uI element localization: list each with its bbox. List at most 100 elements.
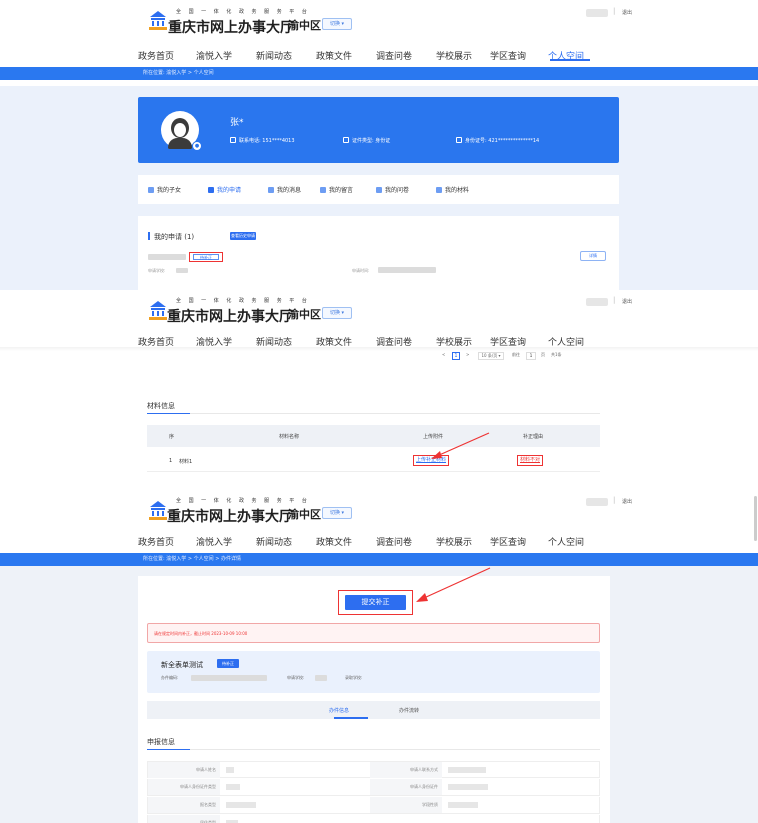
admitted-school-label: 录取学校: bbox=[345, 675, 363, 680]
field-label: 学段性质 bbox=[370, 797, 442, 813]
profile-id-number: 身份证号: 421**************14 bbox=[456, 137, 539, 144]
goto-page-input[interactable]: 1 bbox=[526, 352, 536, 360]
message-icon bbox=[268, 187, 274, 193]
title-underline bbox=[147, 749, 190, 750]
page-number-button[interactable]: 1 bbox=[452, 352, 460, 360]
my-applications-panel: 我的申请 (1) 查看历史申请 待补正 申请学校: 申请时间: 详情 bbox=[138, 216, 619, 290]
field-value-redacted bbox=[448, 784, 488, 790]
row-number: 1 bbox=[169, 458, 173, 464]
nav-item[interactable]: 个人空间 bbox=[548, 535, 598, 548]
field-label: 申请人姓名 bbox=[148, 762, 220, 778]
field-label: 申请人联系方式 bbox=[370, 762, 442, 778]
separator: | bbox=[613, 496, 616, 504]
separator: | bbox=[613, 296, 616, 304]
school-redacted bbox=[315, 675, 327, 681]
phone-icon bbox=[230, 137, 236, 143]
nav-item[interactable]: 学校展示 bbox=[436, 49, 490, 62]
table-row: 1 材料1 上传补正材料 材料不对 bbox=[147, 450, 600, 472]
material-name: 材料1 bbox=[179, 459, 193, 465]
field-value-redacted bbox=[448, 802, 478, 808]
breadcrumb: 所在位置: 渝悦入学 > 个人空间 > 办件详情 bbox=[143, 556, 242, 562]
field-label: 报名类型 bbox=[148, 797, 220, 813]
id-card-icon bbox=[343, 137, 349, 143]
camera-icon[interactable]: ● bbox=[192, 141, 202, 151]
username[interactable] bbox=[586, 9, 608, 17]
materials-title: 材料信息 bbox=[147, 402, 175, 410]
tab-my-materials[interactable]: 我的材料 bbox=[436, 185, 469, 194]
username[interactable] bbox=[586, 498, 608, 506]
tab-case-info[interactable]: 办件信息 bbox=[329, 707, 349, 714]
alert-text: 请在规定时间内补正，截止时间 2023-10-09 10:00 bbox=[154, 631, 248, 636]
district-name: 渝中区 bbox=[288, 308, 321, 321]
district-name: 渝中区 bbox=[288, 19, 321, 32]
main-nav: 政务首页 渝悦入学 新闻动态 政策文件 调查问卷 学校展示 学区查询 个人空间 bbox=[138, 535, 598, 548]
nav-item[interactable]: 渝悦入学 bbox=[196, 535, 256, 548]
nav-item[interactable]: 新闻动态 bbox=[256, 535, 316, 548]
tab-my-comments[interactable]: 我的留言 bbox=[320, 185, 353, 194]
time-label: 申请时间: bbox=[352, 268, 370, 273]
page-size-select[interactable]: 10 条/页 ▾ bbox=[478, 352, 504, 360]
submit-correction-button[interactable]: 提交补正 bbox=[345, 595, 406, 610]
avatar-face bbox=[174, 123, 186, 137]
logout-link[interactable]: 退出 bbox=[622, 298, 632, 305]
form-title: 新全表单测试 bbox=[161, 661, 203, 669]
site-title: 重庆市网上办事大厅 bbox=[168, 20, 294, 36]
questionnaire-icon bbox=[376, 187, 382, 193]
status-highlight-box: 待补正 bbox=[189, 252, 223, 262]
status-badge[interactable]: 待补正 bbox=[193, 254, 219, 260]
username[interactable] bbox=[586, 298, 608, 306]
tab-case-flow[interactable]: 办件流转 bbox=[399, 707, 419, 714]
next-page-button[interactable]: > bbox=[466, 352, 469, 357]
field-value-redacted bbox=[226, 767, 234, 773]
switch-district-button[interactable]: 切换 ▾ bbox=[322, 307, 352, 319]
profile-tabs: 我的子女 我的申请 我的消息 我的留言 我的问卷 我的材料 bbox=[138, 175, 619, 204]
tab-my-questionnaires[interactable]: 我的问卷 bbox=[376, 185, 409, 194]
nav-item[interactable]: 政策文件 bbox=[316, 535, 376, 548]
tab-my-applications[interactable]: 我的申请 bbox=[208, 185, 241, 194]
tab-underline bbox=[334, 717, 368, 719]
tab-my-messages[interactable]: 我的消息 bbox=[268, 185, 301, 194]
switch-district-button[interactable]: 切换 ▾ bbox=[322, 18, 352, 30]
nav-item[interactable]: 政务首页 bbox=[138, 49, 196, 62]
logout-link[interactable]: 退出 bbox=[622, 9, 632, 16]
nav-item[interactable]: 学校展示 bbox=[436, 535, 490, 548]
field-value-redacted bbox=[226, 784, 240, 790]
scrollbar[interactable] bbox=[754, 496, 757, 541]
nav-item[interactable]: 调查问卷 bbox=[376, 535, 436, 548]
nav-item[interactable]: 政务首页 bbox=[138, 535, 196, 548]
nav-item[interactable]: 政策文件 bbox=[316, 49, 376, 62]
pagination: < 1 > 10 条/页 ▾ 前往 1 页 共1条 bbox=[0, 352, 758, 366]
screenshot-page: 全 国 一 体 化 政 务 服 务 平 台 重庆市网上办事大厅 渝中区 切换 ▾… bbox=[0, 0, 758, 823]
profile-phone: 联系电话: 151****4013 bbox=[230, 137, 295, 144]
field-label: 申请人身份证件 bbox=[370, 779, 442, 795]
tab-my-children[interactable]: 我的子女 bbox=[148, 185, 181, 194]
nav-item[interactable]: 渝悦入学 bbox=[196, 49, 256, 62]
view-history-button[interactable]: 查看历史申请 bbox=[230, 232, 256, 240]
info-row: 申请人身份证件类型 申请人身份证件 bbox=[147, 779, 600, 796]
applicant-name-redacted bbox=[148, 254, 186, 260]
nav-item[interactable]: 调查问卷 bbox=[376, 49, 436, 62]
nav-item[interactable]: 新闻动态 bbox=[256, 49, 316, 62]
separator: | bbox=[613, 7, 616, 15]
nav-item[interactable]: 学区查询 bbox=[490, 49, 548, 62]
detail-button[interactable]: 详情 bbox=[580, 251, 606, 261]
prev-page-button[interactable]: < bbox=[442, 352, 445, 357]
form-summary-card: 新全表单测试 待补正 办件编码: 申请学校: 录取学校: bbox=[147, 651, 600, 693]
switch-district-button[interactable]: 切换 ▾ bbox=[322, 507, 352, 519]
site-title: 重庆市网上办事大厅 bbox=[167, 509, 293, 525]
city-hall-logo-icon bbox=[149, 501, 167, 520]
header-1: 全 国 一 体 化 政 务 服 务 平 台 重庆市网上办事大厅 渝中区 切换 ▾… bbox=[0, 0, 758, 62]
info-row: 申请人姓名 申请人联系方式 bbox=[147, 761, 600, 778]
total-count: 共1条 bbox=[551, 352, 562, 357]
nav-active-underline bbox=[550, 59, 590, 61]
page-unit: 页 bbox=[541, 352, 545, 357]
logout-link[interactable]: 退出 bbox=[622, 498, 632, 505]
avatar[interactable]: ● bbox=[161, 111, 202, 151]
profile-banner: ● 张* 联系电话: 151****4013 证件类型: 身份证 身份证号: 4… bbox=[138, 97, 619, 163]
annotation-arrow-icon bbox=[416, 567, 491, 602]
column-header: 序 bbox=[169, 434, 175, 440]
applications-title: 我的申请 (1) bbox=[148, 232, 194, 242]
comment-icon bbox=[320, 187, 326, 193]
nav-item[interactable]: 学区查询 bbox=[490, 535, 548, 548]
annotation-arrow-icon bbox=[431, 432, 490, 459]
